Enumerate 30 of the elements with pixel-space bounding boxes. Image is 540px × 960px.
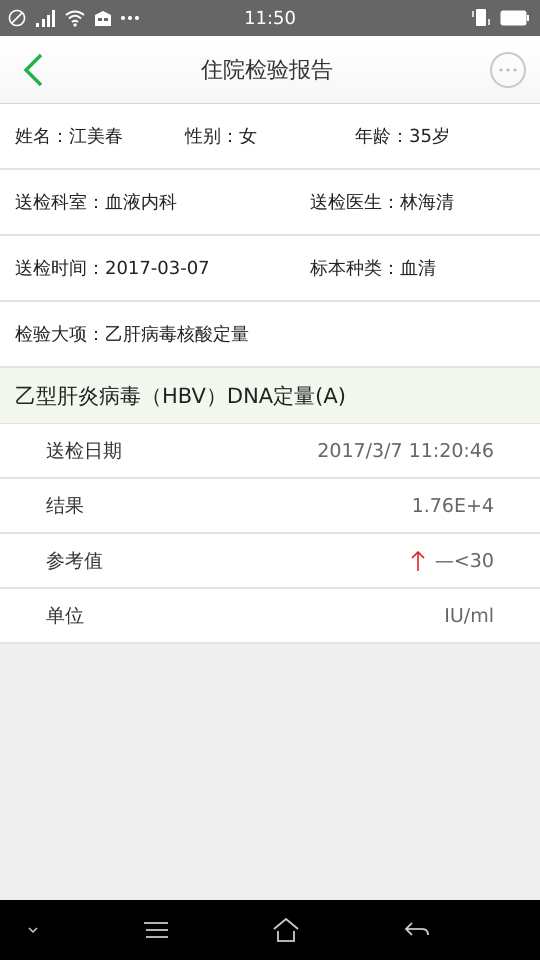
section-title: 乙型肝炎病毒（HBV）DNA定量(A) [15,382,346,410]
info-field: 送检医生：林海清 [310,190,540,214]
vibrate-icon [470,7,492,29]
info-field: 送检时间：2017-03-07 [15,256,310,280]
page-title: 住院检验报告 [201,56,333,84]
row-value: 1.76E+4 [412,494,494,516]
row-label: 结果 [46,494,84,518]
back-button[interactable] [22,52,44,86]
blocked-icon [8,9,26,27]
home-icon[interactable] [273,918,299,942]
store-icon [94,9,112,27]
menu-icon[interactable] [144,921,168,939]
more-icon [499,68,517,72]
info-field: 性别：女 [185,124,355,148]
wifi-icon [64,9,86,27]
row-label: 单位 [46,604,84,628]
row-value: 2017/3/7 11:20:46 [317,440,494,462]
row-value: IU/ml [444,604,494,626]
clock-time: 11:50 [243,8,297,28]
battery-icon [500,10,530,26]
more-icon [120,15,140,21]
info-field: 标本种类：血清 [310,256,540,280]
info-field: 姓名：江美春 [15,124,185,148]
signal-icon [34,8,56,28]
info-field: 年龄：35岁 [355,124,540,148]
row-value: —<30 [434,550,494,572]
info-field: 送检科室：血液内科 [15,190,310,214]
chevron-down-icon[interactable] [27,926,39,934]
row-label: 送检日期 [46,438,122,464]
row-label: 参考值 [46,548,103,574]
